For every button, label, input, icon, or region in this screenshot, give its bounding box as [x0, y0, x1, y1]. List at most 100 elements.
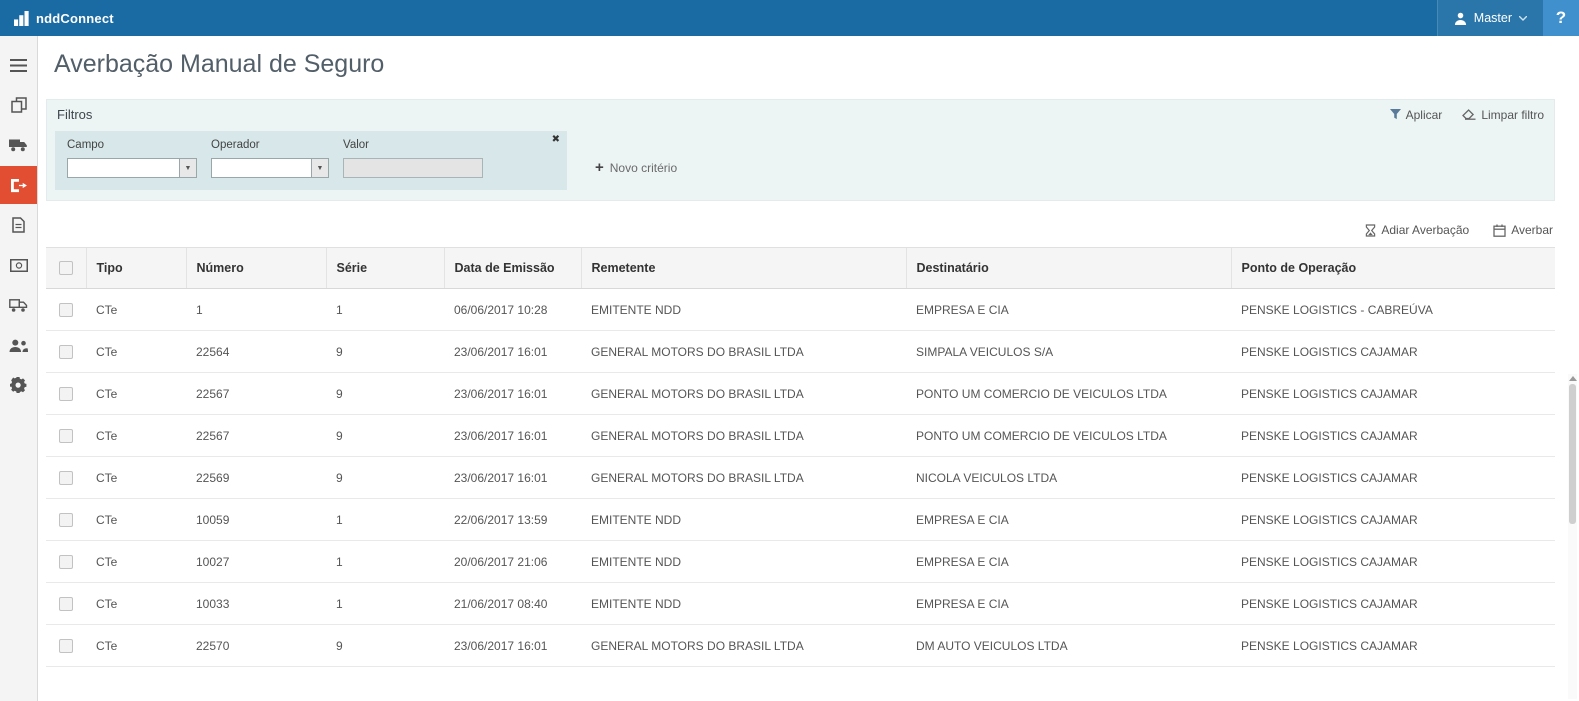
row-checkbox[interactable]: [59, 429, 73, 443]
help-button[interactable]: ?: [1543, 0, 1579, 36]
row-checkbox[interactable]: [59, 303, 73, 317]
table-cell: EMPRESA E CIA: [906, 583, 1231, 625]
sidebar-item-billing[interactable]: [0, 246, 37, 284]
table-body: CTe1106/06/2017 10:28EMITENTE NDDEMPRESA…: [46, 289, 1555, 667]
table-cell: EMPRESA E CIA: [906, 289, 1231, 331]
filters-panel: Filtros Aplicar Limpar filtr: [46, 99, 1555, 201]
table-cell: 1: [326, 541, 444, 583]
postpone-button[interactable]: Adiar Averbação: [1365, 223, 1469, 237]
dropdown-arrow-icon: ▼: [179, 159, 196, 177]
table-cell: PONTO UM COMERCIO DE VEICULOS LTDA: [906, 373, 1231, 415]
filters-title: Filtros: [57, 107, 92, 122]
row-checkbox[interactable]: [59, 513, 73, 527]
table-row[interactable]: CTe1106/06/2017 10:28EMITENTE NDDEMPRESA…: [46, 289, 1555, 331]
select-all-checkbox[interactable]: [59, 261, 73, 275]
field-group-valor: Valor: [343, 139, 483, 178]
column-header[interactable]: Número: [186, 248, 326, 289]
scrollbar-thumb[interactable]: [1569, 384, 1576, 524]
sidebar-menu-toggle[interactable]: [0, 46, 37, 84]
hamburger-icon: [10, 59, 27, 72]
table-row[interactable]: CTe10059122/06/2017 13:59EMITENTE NDDEMP…: [46, 499, 1555, 541]
table-cell: GENERAL MOTORS DO BRASIL LTDA: [581, 373, 906, 415]
table-row[interactable]: CTe22567923/06/2017 16:01GENERAL MOTORS …: [46, 415, 1555, 457]
row-checkbox[interactable]: [59, 639, 73, 653]
column-header[interactable]: Destinatário: [906, 248, 1231, 289]
row-checkbox[interactable]: [59, 345, 73, 359]
table-cell: CTe: [86, 331, 186, 373]
table-cell: 20/06/2017 21:06: [444, 541, 581, 583]
table-cell: 22/06/2017 13:59: [444, 499, 581, 541]
table-cell: 23/06/2017 16:01: [444, 625, 581, 667]
table-cell: CTe: [86, 373, 186, 415]
money-icon: [10, 259, 28, 272]
column-header[interactable]: Remetente: [581, 248, 906, 289]
copy-icon: [11, 97, 27, 113]
table-cell: CTe: [86, 289, 186, 331]
table-cell: GENERAL MOTORS DO BRASIL LTDA: [581, 625, 906, 667]
campo-select[interactable]: ▼: [67, 158, 197, 178]
table-cell: 9: [326, 331, 444, 373]
sidebar: [0, 36, 38, 701]
row-checkbox[interactable]: [59, 387, 73, 401]
sidebar-item-freight[interactable]: [0, 286, 37, 324]
filters-actions: Aplicar Limpar filtro: [1390, 108, 1544, 122]
chevron-down-icon: [1519, 16, 1527, 21]
page-title: Averbação Manual de Seguro: [54, 50, 1555, 79]
select-all-header: [46, 248, 86, 289]
row-checkbox[interactable]: [59, 471, 73, 485]
sign-out-icon: [10, 178, 27, 193]
gear-icon: [10, 377, 28, 393]
row-checkbox[interactable]: [59, 597, 73, 611]
remove-criterion-button[interactable]: ✖: [552, 133, 560, 147]
sidebar-item-averbacao[interactable]: [0, 166, 37, 204]
table-row[interactable]: CTe22569923/06/2017 16:01GENERAL MOTORS …: [46, 457, 1555, 499]
table-cell: SIMPALA VEICULOS S/A: [906, 331, 1231, 373]
table-cell: PENSKE LOGISTICS CAJAMAR: [1231, 499, 1555, 541]
valor-input[interactable]: [343, 158, 483, 178]
sidebar-item-users[interactable]: [0, 326, 37, 364]
user-menu-button[interactable]: Master: [1437, 0, 1543, 36]
table-row[interactable]: CTe22570923/06/2017 16:01GENERAL MOTORS …: [46, 625, 1555, 667]
user-icon: [1454, 12, 1467, 25]
table-cell: GENERAL MOTORS DO BRASIL LTDA: [581, 457, 906, 499]
sidebar-item-settings[interactable]: [0, 366, 37, 404]
postpone-label: Adiar Averbação: [1381, 223, 1469, 237]
column-header[interactable]: Data de Emissão: [444, 248, 581, 289]
table-cell: EMPRESA E CIA: [906, 541, 1231, 583]
brand-logo-icon: [14, 11, 29, 26]
sidebar-item-files[interactable]: [0, 206, 37, 244]
column-header[interactable]: Tipo: [86, 248, 186, 289]
column-header[interactable]: Ponto de Operação: [1231, 248, 1555, 289]
table-cell: PENSKE LOGISTICS CAJAMAR: [1231, 583, 1555, 625]
table-cell: PENSKE LOGISTICS CAJAMAR: [1231, 625, 1555, 667]
operador-select[interactable]: ▼: [211, 158, 329, 178]
plus-icon: +: [595, 162, 604, 174]
operador-label: Operador: [211, 139, 329, 151]
scroll-up-arrow-icon[interactable]: [1569, 376, 1577, 381]
table-cell: 22567: [186, 373, 326, 415]
table-cell: 22564: [186, 331, 326, 373]
table-cell: 06/06/2017 10:28: [444, 289, 581, 331]
app-window: nddConnect Master ?: [0, 0, 1579, 701]
apply-filter-button[interactable]: Aplicar: [1390, 108, 1443, 122]
row-checkbox[interactable]: [59, 555, 73, 569]
table-row[interactable]: CTe22567923/06/2017 16:01GENERAL MOTORS …: [46, 373, 1555, 415]
new-criterion-button[interactable]: + Novo critério: [595, 161, 677, 175]
table-row[interactable]: CTe22564923/06/2017 16:01GENERAL MOTORS …: [46, 331, 1555, 373]
clear-filter-button[interactable]: Limpar filtro: [1462, 108, 1544, 122]
endorse-button[interactable]: Averbar: [1493, 223, 1553, 237]
column-header[interactable]: Série: [326, 248, 444, 289]
table-row[interactable]: CTe10027120/06/2017 21:06EMITENTE NDDEMP…: [46, 541, 1555, 583]
sidebar-item-transport[interactable]: [0, 126, 37, 164]
sidebar-item-documents[interactable]: [0, 86, 37, 124]
table-row[interactable]: CTe10033121/06/2017 08:40EMITENTE NDDEMP…: [46, 583, 1555, 625]
table-cell: 9: [326, 373, 444, 415]
table-scrollbar[interactable]: [1568, 374, 1577, 699]
clear-filter-label: Limpar filtro: [1481, 108, 1544, 122]
brand[interactable]: nddConnect: [0, 0, 128, 36]
filter-criterion-card: ✖ Campo ▼ Operador ▼: [55, 131, 567, 190]
table-cell: 23/06/2017 16:01: [444, 457, 581, 499]
truck-outline-icon: [9, 298, 28, 313]
table-cell: EMITENTE NDD: [581, 583, 906, 625]
brand-name: nddConnect: [36, 11, 114, 26]
